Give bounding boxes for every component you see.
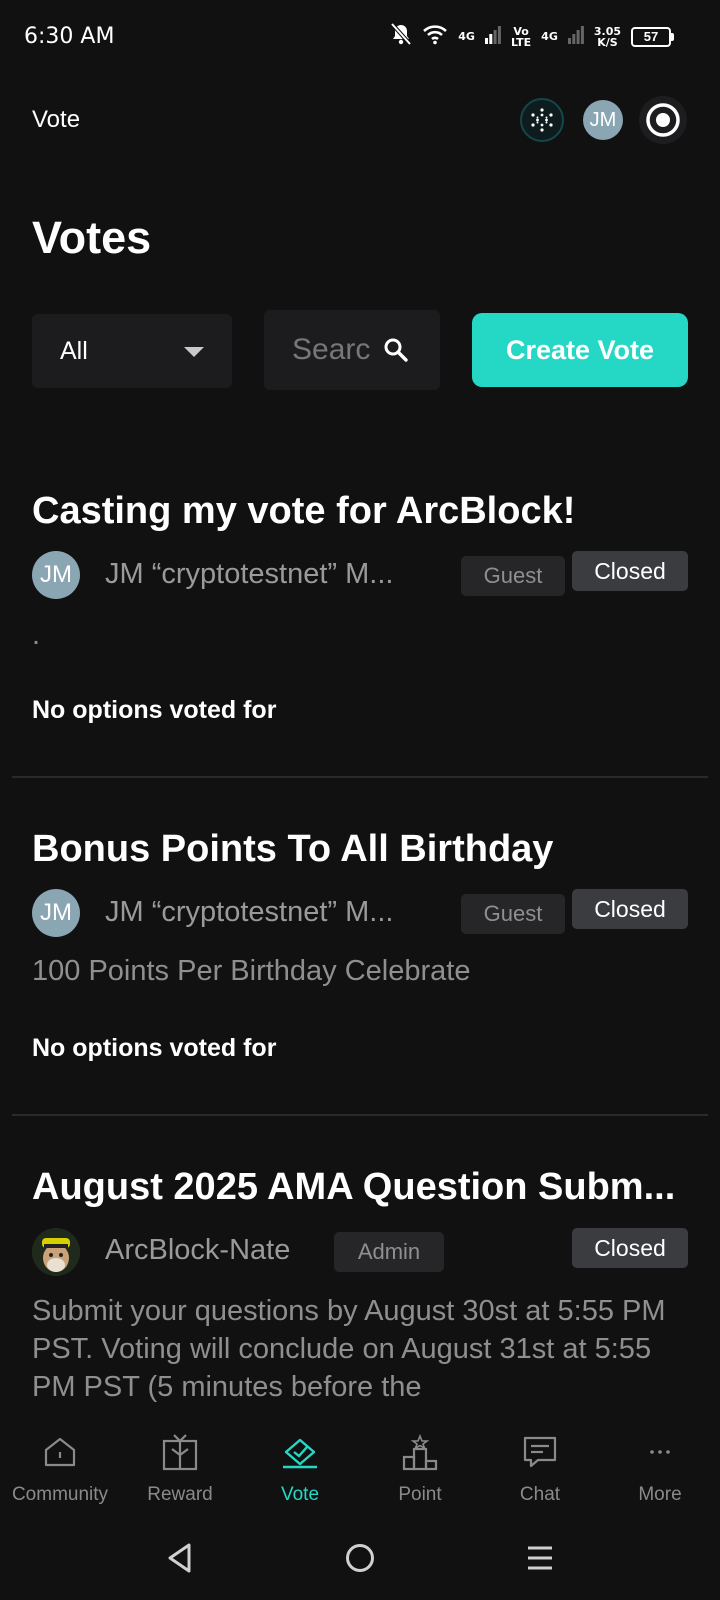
divider — [12, 1114, 708, 1116]
bell-off-icon — [390, 22, 412, 51]
ballot-check-icon — [280, 1432, 320, 1472]
search-box[interactable] — [264, 310, 440, 390]
nav-reward[interactable]: Reward — [120, 1412, 240, 1516]
nav-label: Community — [11, 1484, 109, 1505]
nav-point[interactable]: Point — [360, 1412, 480, 1516]
role-badge: Admin — [334, 1232, 444, 1272]
author-name[interactable]: JM “cryptotestnet” M... — [105, 558, 445, 591]
caret-down-icon — [184, 347, 204, 357]
status-time: 6:30 AM — [24, 23, 115, 49]
page-title: Votes — [32, 212, 152, 263]
podium-icon — [402, 1432, 438, 1472]
nav-label: Chat — [519, 1484, 561, 1505]
recents-menu-icon[interactable] — [510, 1536, 570, 1580]
vote-description: . — [32, 619, 41, 651]
vote-title[interactable]: Casting my vote for ArcBlock! — [32, 490, 688, 533]
bottom-nav: Community Reward Vote Point Chat More — [0, 1412, 720, 1516]
status-bar: 6:30 AM 4G Vo LTE 4G 3.05 K/S 57 — [0, 0, 720, 72]
chat-icon — [522, 1432, 558, 1472]
nav-label: Reward — [147, 1484, 213, 1505]
vote-description: Submit your questions by August 30st at … — [32, 1295, 666, 1403]
net-type-2: 4G — [541, 30, 558, 43]
vote-summary: No options voted for — [32, 696, 277, 724]
battery-level: 57 — [631, 26, 671, 47]
filter-select[interactable]: All — [32, 314, 232, 388]
author-name[interactable]: ArcBlock-Nate — [105, 1234, 325, 1267]
volte-bottom: LTE — [510, 35, 532, 49]
role-badge: Guest — [461, 556, 565, 596]
status-badge: Closed — [572, 889, 688, 929]
header-title: Vote — [32, 106, 81, 133]
speed-unit: K/S — [597, 35, 618, 49]
signal-icon — [484, 24, 501, 49]
home-icon — [42, 1432, 78, 1472]
nav-label: More — [638, 1484, 682, 1505]
volte-indicator: Vo LTE — [511, 26, 531, 48]
status-icons: 4G Vo LTE 4G 3.05 K/S 57 — [390, 22, 674, 51]
more-dots-icon — [642, 1432, 678, 1472]
system-nav-bar — [0, 1516, 720, 1600]
nav-community[interactable]: Community — [0, 1412, 120, 1516]
search-icon[interactable] — [382, 336, 410, 369]
battery-tip — [671, 32, 674, 41]
vote-card[interactable]: August 2025 AMA Question Subm... ArcBloc… — [0, 1160, 720, 1412]
battery-icon: 57 — [631, 26, 674, 47]
vote-card[interactable]: Casting my vote for ArcBlock! JM JM “cry… — [0, 480, 720, 770]
net-type-1: 4G — [458, 30, 475, 43]
home-circle-icon[interactable] — [330, 1536, 390, 1580]
network-logo-icon[interactable] — [520, 98, 564, 142]
vote-card[interactable]: Bonus Points To All Birthday JM JM “cryp… — [0, 820, 720, 1110]
create-vote-button[interactable]: Create Vote — [472, 313, 688, 387]
search-input[interactable] — [292, 333, 370, 367]
vote-title[interactable]: Bonus Points To All Birthday — [32, 828, 688, 871]
author-avatar[interactable]: JM — [32, 889, 80, 937]
gift-icon — [162, 1432, 198, 1472]
vote-summary: No options voted for — [32, 1034, 277, 1062]
author-avatar[interactable]: JM — [32, 551, 80, 599]
user-avatar[interactable]: JM — [583, 100, 623, 140]
nav-label: Vote — [280, 1484, 320, 1505]
role-badge: Guest — [461, 894, 565, 934]
app-header: Vote JM — [0, 90, 720, 150]
status-badge: Closed — [572, 551, 688, 591]
vote-title[interactable]: August 2025 AMA Question Subm... — [32, 1166, 688, 1209]
nav-vote[interactable]: Vote — [240, 1412, 360, 1516]
nav-label: Point — [398, 1484, 442, 1505]
status-badge: Closed — [572, 1228, 688, 1268]
filter-value: All — [60, 336, 88, 365]
net-speed: 3.05 K/S — [594, 26, 621, 48]
signal-icon — [567, 24, 584, 49]
divider — [12, 776, 708, 778]
nav-chat[interactable]: Chat — [480, 1412, 600, 1516]
author-avatar[interactable] — [32, 1228, 80, 1276]
nav-more[interactable]: More — [600, 1412, 720, 1516]
vote-description: 100 Points Per Birthday Celebrate — [32, 955, 471, 987]
record-icon[interactable] — [639, 96, 687, 144]
back-icon[interactable] — [150, 1536, 210, 1580]
wifi-icon — [422, 23, 448, 50]
author-name[interactable]: JM “cryptotestnet” M... — [105, 896, 445, 929]
